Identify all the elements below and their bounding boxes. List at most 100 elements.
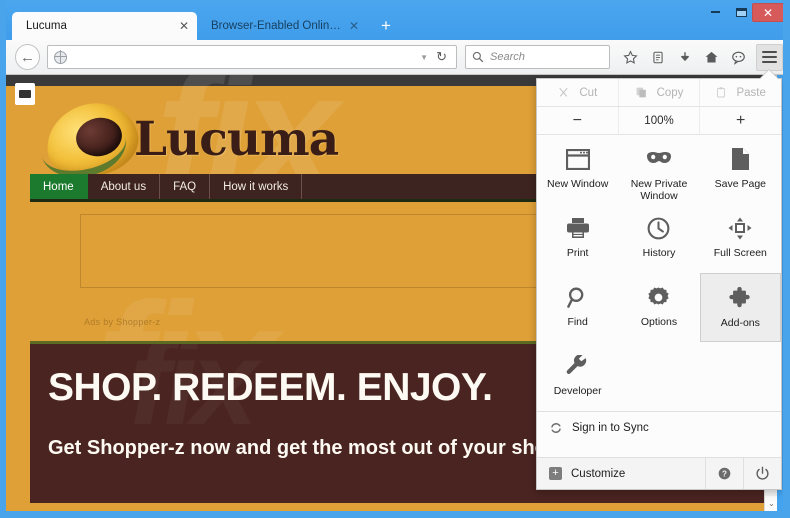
quit-button[interactable] [743,458,781,489]
browser-window: fix fix Lucuma Home About us FAQ How it … [0,0,790,518]
puzzle-icon [728,284,752,312]
chevron-down-icon[interactable]: ▼ [420,53,428,62]
menu-item-label: Add-ons [720,317,760,329]
zoom-in-button[interactable]: + [700,107,781,134]
menu-item-label: Save Page [714,178,766,190]
hamburger-menu-button[interactable] [756,43,783,71]
menu-item-label: Full Screen [713,247,767,259]
menu-item-label: History [642,247,676,259]
home-icon[interactable] [698,44,725,71]
copy-button[interactable]: Copy [619,79,701,106]
menu-footer: + Customize ? [537,457,781,489]
chat-icon[interactable] [725,44,752,71]
tab-browser-enabled-online-advert[interactable]: Browser-Enabled Online Advert... ✕ [197,12,367,40]
nav-item-how-it-works[interactable]: How it works [210,174,303,199]
nav-item-faq[interactable]: FAQ [160,174,211,199]
menu-item-label: New Window [547,178,609,190]
cut-label: Cut [579,86,598,99]
window-frame-right [783,0,790,518]
menu-grid: New Window New Private Window Save Page … [537,135,781,411]
copy-icon [636,87,646,98]
menu-item-find[interactable]: Find [537,273,618,342]
reload-icon[interactable]: ↻ [436,49,447,65]
cut-button[interactable]: Cut [537,79,619,106]
nav-item-about-us[interactable]: About us [88,174,161,199]
minimize-button[interactable] [705,3,725,21]
plus-square-icon: + [549,467,562,480]
firefox-menu-panel: Cut Copy Paste − 100% + New Window New P… [536,78,782,490]
tab-title: Lucuma [26,20,67,32]
edit-controls-row: Cut Copy Paste [537,79,781,107]
maximize-button[interactable] [731,3,751,21]
close-button[interactable]: ✕ [752,3,784,22]
menu-item-new-window[interactable]: New Window [537,135,618,204]
search-input[interactable]: Search [490,51,525,63]
gear-icon [647,283,670,311]
tab-strip: Lucuma ✕ Browser-Enabled Online Advert..… [12,11,395,40]
menu-item-label: Developer [553,385,602,397]
help-icon: ? [718,467,731,480]
fullscreen-icon [728,214,752,242]
menu-item-new-private-window[interactable]: New Private Window [618,135,699,204]
clipboard-icon [717,87,726,98]
nav-item-home[interactable]: Home [30,174,88,199]
title-bar: Lucuma ✕ Browser-Enabled Online Advert..… [0,0,790,40]
reading-list-icon[interactable] [644,44,671,71]
site-logo[interactable]: Lucuma [39,94,339,186]
navigation-toolbar: ← ▼ ↻ Search [6,40,783,75]
tab-lucuma[interactable]: Lucuma ✕ [12,12,197,40]
paste-button[interactable]: Paste [700,79,781,106]
zoom-minus-label: − [572,111,582,129]
zoom-level-reset-button[interactable]: 100% [619,107,701,134]
menu-item-label: Options [640,316,678,328]
window-frame-bottom [0,511,790,518]
menu-item-save-page[interactable]: Save Page [700,135,781,204]
wrench-icon [566,352,589,380]
clock-icon [647,214,670,242]
window-icon [565,145,590,173]
address-bar[interactable]: ▼ ↻ [47,45,457,69]
sync-icon [549,421,563,435]
printer-icon [566,214,590,242]
site-logo-text: Lucuma [134,111,339,167]
menu-item-developer[interactable]: Developer [537,342,618,411]
menu-item-options[interactable]: Options [618,273,699,342]
menu-item-label: New Private Window [630,178,688,203]
scroll-down-arrow[interactable]: ⌄ [765,496,777,511]
toolbar-icon-group [617,43,783,71]
window-frame-left [0,0,6,518]
page-icon [731,145,750,173]
globe-icon [53,50,67,64]
power-icon [756,466,769,480]
ads-by-label: Ads by Shopper-z [84,317,161,327]
zoom-plus-label: + [736,111,746,129]
new-tab-button[interactable]: + [377,17,395,34]
paste-label: Paste [736,86,766,99]
search-bar[interactable]: Search [465,45,610,69]
tab-close-icon[interactable]: ✕ [349,20,359,32]
menu-item-print[interactable]: Print [537,204,618,273]
tab-close-icon[interactable]: ✕ [179,20,189,32]
svg-text:?: ? [722,469,727,478]
zoom-controls-row: − 100% + [537,107,781,135]
help-button[interactable]: ? [705,458,743,489]
search-icon [472,51,484,63]
menu-item-label: Print [566,247,589,259]
sync-label: Sign in to Sync [572,422,649,434]
sign-in-to-sync-item[interactable]: Sign in to Sync [537,411,781,444]
hero-title: SHOP. REDEEM. ENJOY. [48,366,493,409]
tab-title: Browser-Enabled Online Advert... [211,20,343,32]
downloads-icon[interactable] [671,44,698,71]
customize-label[interactable]: Customize [571,468,625,480]
back-button[interactable]: ← [15,44,40,70]
menu-panel-arrow [760,70,778,79]
menu-item-history[interactable]: History [618,204,699,273]
footer-buttons: ? [705,458,781,489]
menu-item-add-ons[interactable]: Add-ons [699,273,781,342]
menu-item-label: Find [567,316,588,328]
magnifier-icon [566,283,589,311]
lucuma-fruit-icon [39,94,145,186]
menu-item-full-screen[interactable]: Full Screen [700,204,781,273]
zoom-out-button[interactable]: − [537,107,619,134]
bookmark-star-icon[interactable] [617,44,644,71]
